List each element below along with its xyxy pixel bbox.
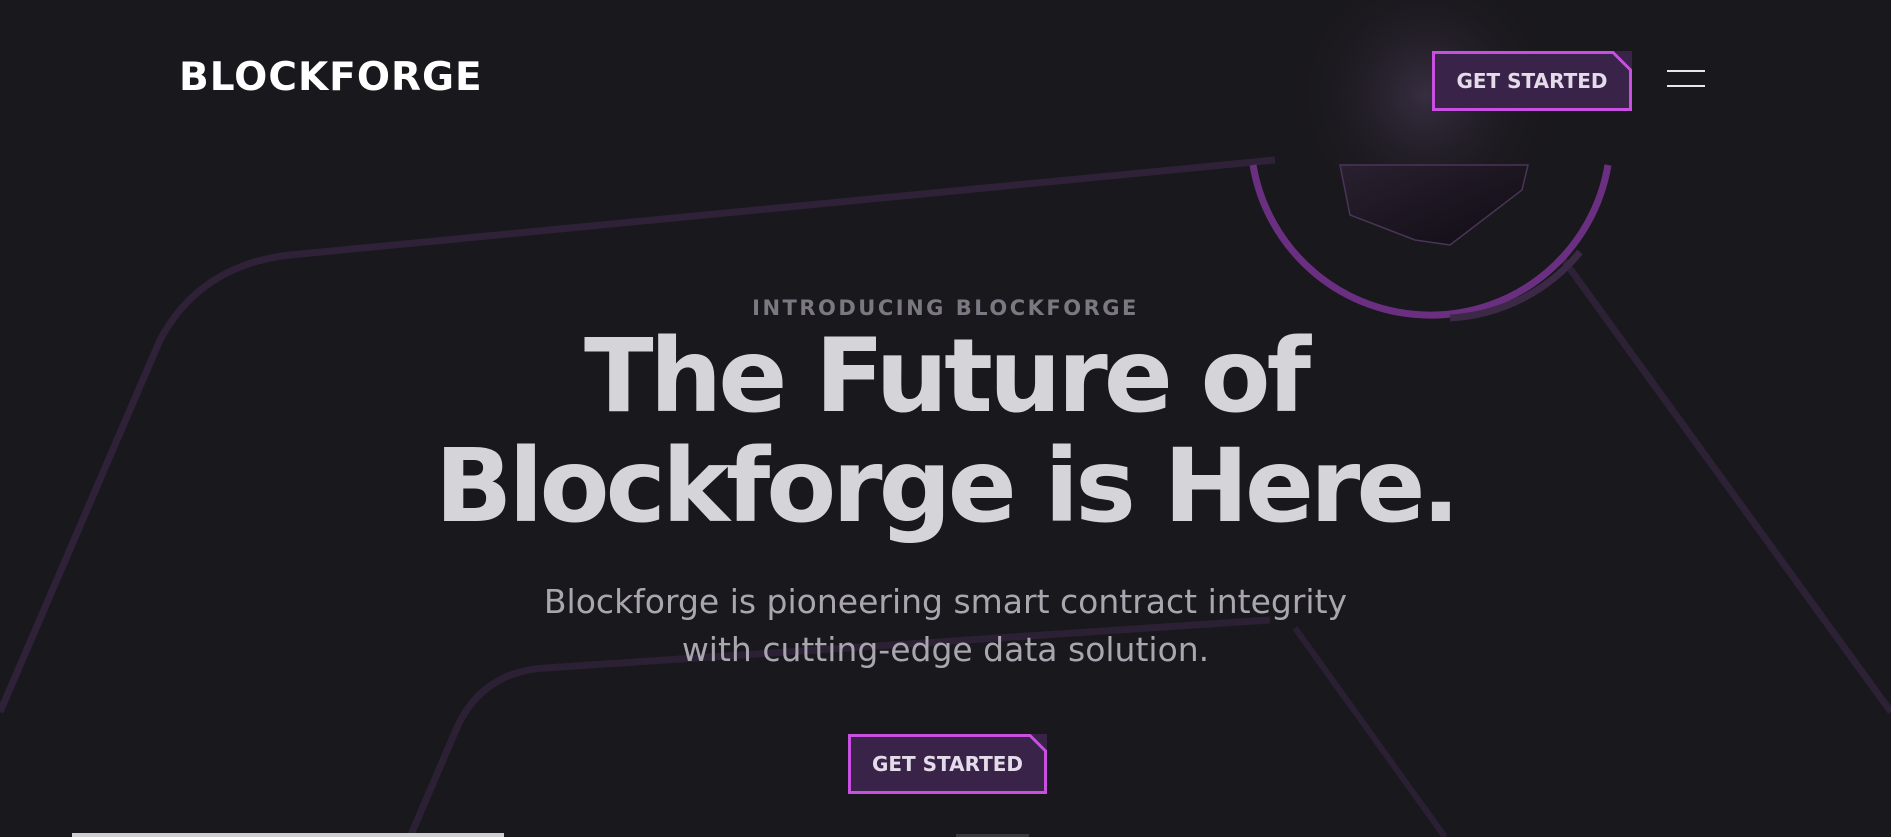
hero-get-started-button[interactable]: GET STARTED — [848, 734, 1047, 794]
brand-logo[interactable]: BLOCKFORGE — [179, 58, 483, 97]
header-get-started-label: GET STARTED — [1456, 69, 1608, 93]
cube-graphic — [1339, 164, 1529, 246]
hamburger-menu-icon[interactable] — [1667, 70, 1705, 90]
header-get-started-button[interactable]: GET STARTED — [1432, 51, 1632, 111]
hero-get-started-label: GET STARTED — [871, 752, 1024, 776]
headline-line-1: The Future of — [584, 317, 1311, 436]
hero-section: BLOCKFORGE GET STARTED INTRODUCING BLOCK… — [0, 0, 1891, 837]
headline-line-2: Blockforge is Here. — [434, 427, 1461, 546]
subhead-line-1: Blockforge is pioneering smart contract … — [543, 582, 1348, 621]
hero-subheading: Blockforge is pioneering smart contract … — [0, 578, 1891, 674]
hero-headline: The Future of Blockforge is Here. — [0, 322, 1891, 542]
subhead-line-2: with cutting-edge data solution. — [681, 630, 1210, 669]
bottom-card-edge — [72, 833, 504, 837]
